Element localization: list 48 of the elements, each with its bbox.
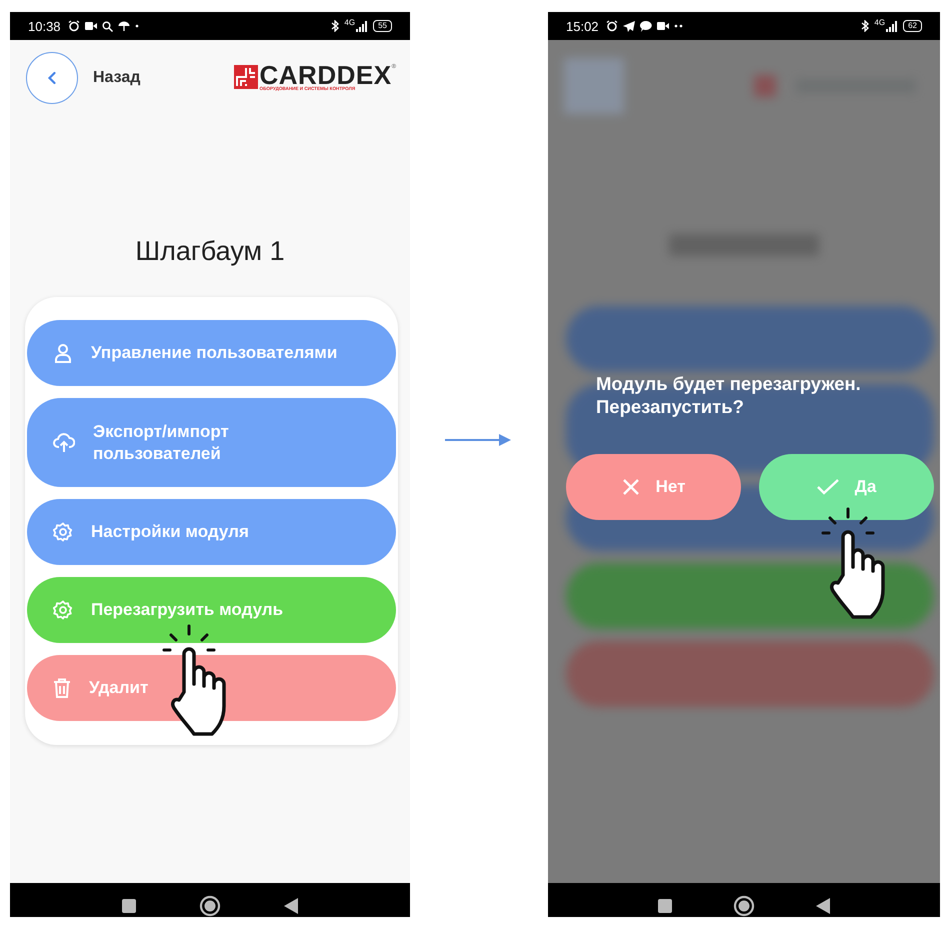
battery-level: 62 [903,20,922,32]
home-icon[interactable] [198,895,221,917]
back-button[interactable] [26,52,78,104]
dialog-message: Модуль будет перезагружен. Перезапустить? [596,372,862,418]
alarm-clock-icon [68,20,80,32]
chevron-left-icon [47,71,57,85]
dots-icon [674,24,683,28]
alarm-clock-icon [606,20,618,32]
confirm-button[interactable]: Да [759,454,934,520]
search-icon [102,20,113,32]
checkmark-icon [816,479,839,495]
menu-button[interactable]: Управление пользователями [27,320,396,386]
clock-time: 15:02 [566,18,599,34]
logo-wordmark: CARDDEX [260,64,392,86]
cloud-upload-icon [53,432,75,452]
arrow-right-icon [445,433,513,447]
video-camera-icon [84,21,97,31]
signal-icon [356,20,368,32]
home-icon[interactable] [732,895,755,917]
back-triangle-icon[interactable] [816,898,830,914]
umbrella-icon [118,20,130,32]
cancel-button[interactable]: Нет [566,454,741,520]
trash-icon [53,678,71,698]
battery-level: 55 [373,20,392,32]
close-icon [622,478,640,496]
send-icon [622,20,635,32]
chat-bubble-icon [640,20,652,32]
bluetooth-icon [861,20,870,32]
square-icon[interactable] [658,899,672,913]
clock-time: 10:38 [28,18,61,34]
menu-button[interactable]: Удалит [27,655,396,721]
menu-button[interactable]: Настройки модуля [27,499,396,565]
gear-icon [53,522,73,542]
menu-button[interactable]: Перезагрузить модуль [27,577,396,643]
network-type: 4G [344,18,356,27]
person-icon [53,343,73,363]
back-label[interactable]: Назад [93,69,140,87]
bluetooth-icon [331,20,340,32]
network-type: 4G [874,18,886,27]
page-title: Шлагбаум 1 [134,236,286,267]
back-triangle-icon[interactable] [284,898,298,914]
video-camera-icon [656,21,669,31]
dot-icon [134,24,139,28]
square-icon[interactable] [122,899,136,913]
signal-icon [886,20,898,32]
menu-button[interactable]: Экспорт/импорт пользователей [27,398,396,487]
gear-icon [53,600,73,620]
logo-mark-icon [234,65,258,89]
